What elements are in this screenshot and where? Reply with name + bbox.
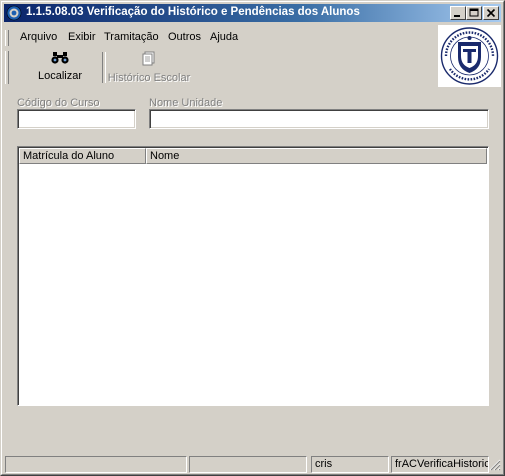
status-user: cris bbox=[311, 456, 389, 473]
university-seal-icon bbox=[440, 27, 499, 85]
column-matricula[interactable]: Matrícula do Aluno bbox=[19, 148, 146, 164]
column-nome[interactable]: Nome bbox=[146, 148, 487, 164]
localizar-label: Localizar bbox=[37, 70, 83, 82]
window-title: 1.1.5.08.03 Verificação do Histórico e P… bbox=[26, 6, 360, 18]
historico-escolar-button[interactable]: Histórico Escolar bbox=[106, 51, 192, 85]
status-panel-1 bbox=[5, 456, 187, 473]
minimize-button[interactable] bbox=[450, 6, 466, 20]
menu-arquivo[interactable]: Arquivo bbox=[20, 31, 57, 43]
nome-unidade-label: Nome Unidade bbox=[149, 97, 223, 109]
maximize-button[interactable] bbox=[466, 6, 482, 20]
status-form-name: frACVerificaHistoric bbox=[391, 456, 489, 473]
menu-outros[interactable]: Outros bbox=[168, 31, 201, 43]
maximize-icon bbox=[469, 8, 479, 17]
nome-unidade-field[interactable] bbox=[149, 109, 489, 129]
status-panel-2 bbox=[189, 456, 307, 473]
menu-exibir[interactable]: Exibir bbox=[68, 31, 96, 43]
historico-escolar-label: Histórico Escolar bbox=[107, 72, 191, 84]
menu-tramitacao[interactable]: Tramitação bbox=[104, 31, 159, 43]
students-grid[interactable]: Matrícula do Aluno Nome bbox=[17, 146, 489, 406]
codigo-curso-field[interactable] bbox=[17, 109, 136, 129]
main-window: 1.1.5.08.03 Verificação do Histórico e P… bbox=[0, 0, 505, 476]
toolbar-grip[interactable] bbox=[5, 51, 9, 84]
grid-header: Matrícula do Aluno Nome bbox=[19, 148, 487, 164]
binoculars-icon bbox=[51, 52, 69, 64]
title-bar[interactable]: 1.1.5.08.03 Verificação do Histórico e P… bbox=[4, 4, 501, 22]
university-logo bbox=[438, 25, 501, 87]
close-button[interactable] bbox=[483, 6, 499, 20]
close-icon bbox=[486, 8, 496, 18]
localizar-button[interactable]: Localizar bbox=[31, 51, 89, 85]
menu-ajuda[interactable]: Ajuda bbox=[210, 31, 238, 43]
minimize-icon bbox=[454, 15, 460, 17]
document-copy-icon bbox=[142, 51, 155, 66]
codigo-curso-label: Código do Curso bbox=[17, 97, 100, 109]
menu-bar: Arquivo Exibir Tramitação Outros Ajuda bbox=[7, 27, 432, 47]
resize-grip-icon[interactable] bbox=[489, 459, 501, 471]
app-icon bbox=[6, 5, 22, 21]
